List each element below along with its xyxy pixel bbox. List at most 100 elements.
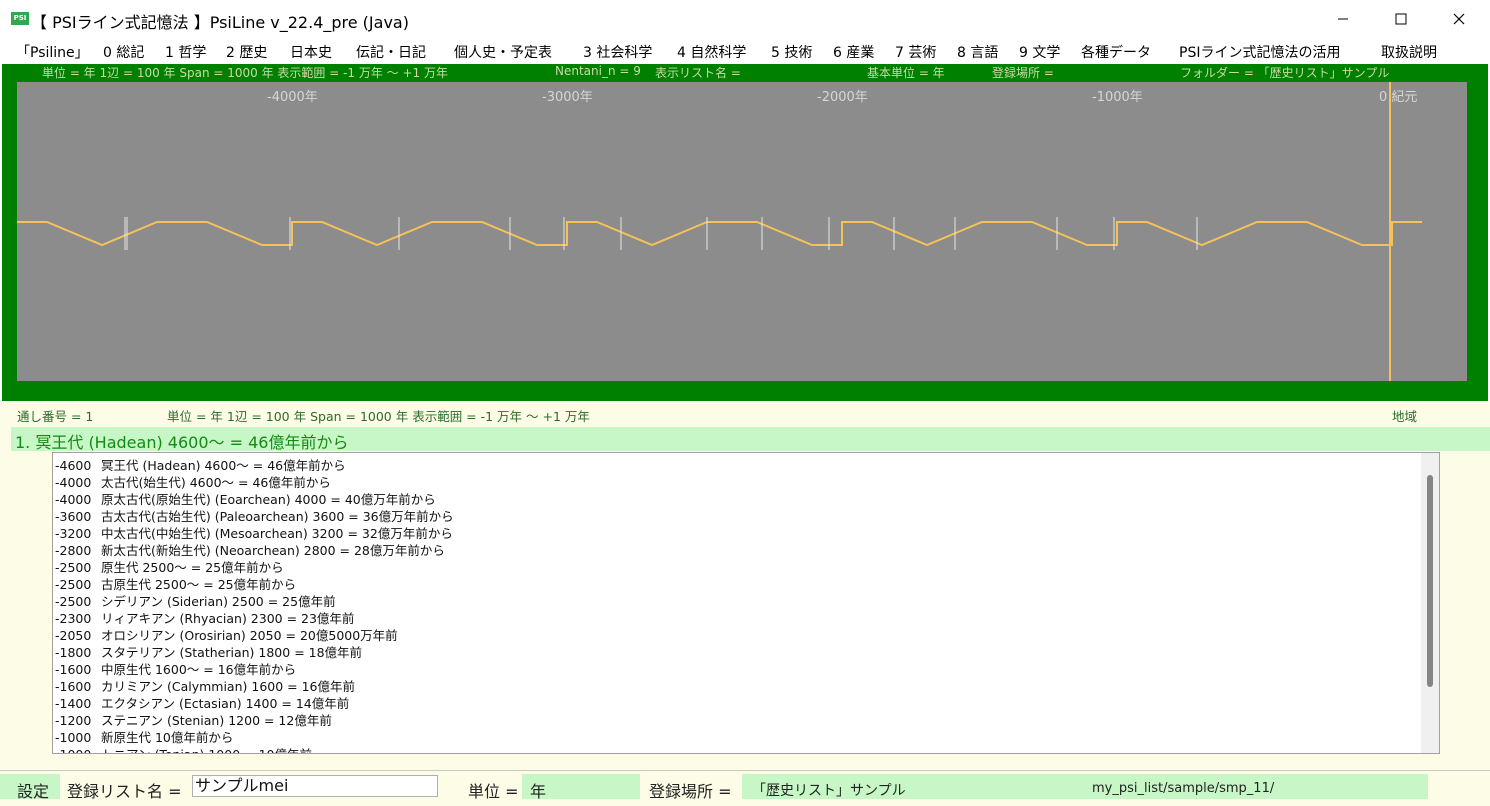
timeline-canvas[interactable]: -4000年 -3000年 -2000年 -1000年 0 紀元 bbox=[17, 82, 1467, 381]
list-item-year: -4000 bbox=[55, 492, 92, 507]
list-item[interactable]: -2500 古原生代 2500〜 = 25億年前から bbox=[55, 574, 296, 592]
entries-list[interactable]: -4600 冥王代 (Hadean) 4600〜 = 46億年前から -4000 太古… bbox=[52, 452, 1440, 754]
menu-arts[interactable]: 7 芸術 bbox=[895, 42, 936, 62]
list-item[interactable]: -2800 新太古代(新始生代) (Neoarchean) 2800 = 28億万… bbox=[55, 540, 445, 558]
list-item-year: -2300 bbox=[55, 611, 92, 626]
list-item-text: 中原生代 1600〜 = 16億年前から bbox=[101, 662, 297, 677]
list-item-text: カリミアン (Calymmian) 1600 = 16億年前 bbox=[101, 679, 356, 694]
list-item-text: 中太古代(中始生代) (Mesoarchean) 3200 = 32億万年前から bbox=[101, 526, 453, 541]
list-item[interactable]: -1200 ステニアン (Stenian) 1200 = 12億年前 bbox=[55, 710, 332, 728]
timeline-zigzag-chart: -4000年 -3000年 -2000年 -1000年 0 紀元 bbox=[17, 82, 1422, 381]
list-item[interactable]: -2500 シデリアン (Siderian) 2500 = 25億年前 bbox=[55, 591, 336, 609]
menu-general[interactable]: 0 総記 bbox=[103, 42, 144, 62]
timeline-zigzag-line bbox=[17, 221, 1422, 247]
axis-label: -2000年 bbox=[817, 90, 868, 105]
menu-japanese-history[interactable]: 日本史 bbox=[290, 42, 332, 62]
serial-number: 通し番号 = 1 bbox=[17, 409, 94, 424]
list-name-label: 登録リスト名 = bbox=[67, 782, 182, 801]
selected-entry-title: 1. 冥王代 (Hadean) 4600〜 = 46億年前から bbox=[15, 433, 349, 452]
menu-literature[interactable]: 9 文学 bbox=[1019, 42, 1060, 62]
list-item[interactable]: -4000 原太古代(原始生代) (Eoarchean) 4000 = 40億万年… bbox=[55, 489, 436, 507]
list-item-year: -4000 bbox=[55, 475, 92, 490]
list-item-text: スタテリアン (Statherian) 1800 = 18億年前 bbox=[101, 645, 363, 660]
selected-entry-bar: 1. 冥王代 (Hadean) 4600〜 = 46億年前から bbox=[11, 427, 1490, 452]
menu-philosophy[interactable]: 1 哲学 bbox=[165, 42, 206, 62]
timeline-panel: 単位 = 年 1辺 = 100 年 Span = 1000 年 表示範囲 = -… bbox=[2, 64, 1488, 401]
unit-value: 年 bbox=[530, 782, 547, 801]
list-item[interactable]: -1600 カリミアン (Calymmian) 1600 = 16億年前 bbox=[55, 676, 356, 694]
menu-bar: 「Psiline」 0 総記 1 哲学 2 歴史 日本史 伝記・日記 個人史・予… bbox=[0, 38, 1490, 64]
menu-psiline[interactable]: 「Psiline」 bbox=[16, 42, 89, 62]
menu-technology[interactable]: 5 技術 bbox=[771, 42, 812, 62]
list-item[interactable]: -1600 中原生代 1600〜 = 16億年前から bbox=[55, 659, 297, 677]
list-item[interactable]: -3200 中太古代(中始生代) (Mesoarchean) 3200 = 32億… bbox=[55, 523, 453, 541]
axis-label: 0 紀元 bbox=[1379, 90, 1417, 105]
list-scrollbar[interactable] bbox=[1421, 453, 1439, 753]
title-bar: PSI 【 PSIライン式記憶法 】PsiLine v_22.4_pre (Ja… bbox=[0, 0, 1490, 38]
maximize-icon bbox=[1395, 13, 1407, 25]
list-item-text: 新原生代 10億年前から bbox=[101, 730, 234, 745]
list-item[interactable]: -2300 リィアキアン (Rhyacian) 2300 = 23億年前 bbox=[55, 608, 354, 626]
list-item[interactable]: -1000 新原生代 10億年前から bbox=[55, 727, 234, 745]
maximize-button[interactable] bbox=[1372, 0, 1430, 38]
region-label: 地域 bbox=[1392, 409, 1418, 424]
menu-biography[interactable]: 伝記・日記 bbox=[356, 42, 426, 62]
list-item-text: ステニアン (Stenian) 1200 = 12億年前 bbox=[101, 713, 332, 728]
menu-industry[interactable]: 6 産業 bbox=[833, 42, 874, 62]
menu-personal-history[interactable]: 個人史・予定表 bbox=[454, 42, 552, 62]
list-name-input[interactable]: サンプルmei bbox=[192, 775, 438, 797]
list-item-text: オロシリアン (Orosirian) 2050 = 20億5000万年前 bbox=[101, 628, 398, 643]
app-icon: PSI bbox=[11, 12, 29, 25]
list-item-text: 新太古代(新始生代) (Neoarchean) 2800 = 28億万年前から bbox=[101, 543, 445, 558]
minimize-button[interactable] bbox=[1314, 0, 1372, 38]
timeline-reg-place: 登録場所 = bbox=[992, 66, 1054, 80]
list-item[interactable]: -1000トニアン (Tonian) 1000 = 10億年前 bbox=[55, 744, 312, 753]
axis-label: -1000年 bbox=[1092, 90, 1143, 105]
list-item-text: 原生代 2500〜 = 25億年前から bbox=[101, 560, 284, 575]
place-label: 登録場所 = bbox=[649, 782, 732, 801]
close-button[interactable] bbox=[1430, 0, 1488, 38]
timeline-nentani: Nentani_n = 9 bbox=[555, 64, 641, 78]
list-item-year: -1000 bbox=[55, 730, 92, 745]
menu-manual[interactable]: 取扱説明 bbox=[1381, 42, 1437, 62]
list-item-year: -3600 bbox=[55, 509, 92, 524]
menu-data[interactable]: 各種データ bbox=[1081, 42, 1151, 62]
timeline-folder: フォルダー = 「歴史リスト」サンプル bbox=[1180, 66, 1390, 80]
window-title: 【 PSIライン式記憶法 】PsiLine v_22.4_pre (Java) bbox=[31, 13, 409, 32]
timeline-info-row: 単位 = 年 1辺 = 100 年 Span = 1000 年 表示範囲 = -… bbox=[2, 64, 1488, 81]
list-item-year: -2800 bbox=[55, 543, 92, 558]
list-item[interactable]: -3600 古太古代(古始生代) (Paleoarchean) 3600 = 36… bbox=[55, 506, 454, 524]
axis-label: -3000年 bbox=[542, 90, 593, 105]
list-item-year: -1000 bbox=[55, 747, 101, 753]
list-item-year: -2500 bbox=[55, 577, 92, 592]
list-item[interactable]: -4600 冥王代 (Hadean) 4600〜 = 46億年前から bbox=[55, 455, 346, 473]
list-scroll-thumb[interactable] bbox=[1427, 475, 1433, 687]
close-icon bbox=[1453, 13, 1465, 25]
settings-button[interactable]: 設定 bbox=[17, 778, 49, 802]
menu-usage[interactable]: PSIライン式記憶法の活用 bbox=[1179, 42, 1340, 62]
place-value: 「歴史リスト」サンプル bbox=[752, 783, 906, 799]
list-item[interactable]: -2050 オロシリアン (Orosirian) 2050 = 20億5000万年… bbox=[55, 625, 398, 643]
menu-language[interactable]: 8 言語 bbox=[957, 42, 998, 62]
details-info-row: 通し番号 = 1 単位 = 年 1辺 = 100 年 Span = 1000 年… bbox=[0, 406, 1490, 424]
menu-social-science[interactable]: 3 社会科学 bbox=[583, 42, 652, 62]
list-item-year: -1600 bbox=[55, 679, 92, 694]
menu-natural-science[interactable]: 4 自然科学 bbox=[677, 42, 746, 62]
list-item-year: -1200 bbox=[55, 713, 92, 728]
list-item-year: -2500 bbox=[55, 560, 92, 575]
list-item[interactable]: -1400 エクタシアン (Ectasian) 1400 = 14億年前 bbox=[55, 693, 350, 711]
axis-label: -4000年 bbox=[267, 90, 318, 105]
timeline-list-name: 表示リスト名 = bbox=[655, 66, 741, 80]
list-item-text: 太古代(始生代) 4600〜 = 46億年前から bbox=[101, 475, 331, 490]
list-item-year: -1600 bbox=[55, 662, 92, 677]
list-item-year: -2050 bbox=[55, 628, 92, 643]
list-item-year: -4600 bbox=[55, 458, 92, 473]
menu-history[interactable]: 2 歴史 bbox=[226, 42, 267, 62]
list-item[interactable]: -4000 太古代(始生代) 4600〜 = 46億年前から bbox=[55, 472, 331, 490]
list-item[interactable]: -1800 スタテリアン (Statherian) 1800 = 18億年前 bbox=[55, 642, 363, 660]
list-item-text: トニアン (Tonian) 1000 = 10億年前 bbox=[101, 747, 312, 753]
list-item-text: エクタシアン (Ectasian) 1400 = 14億年前 bbox=[101, 696, 350, 711]
list-item[interactable]: -2500 原生代 2500〜 = 25億年前から bbox=[55, 557, 284, 575]
minimize-icon bbox=[1338, 18, 1348, 20]
timeline-base-unit: 基本単位 = 年 bbox=[867, 66, 945, 80]
